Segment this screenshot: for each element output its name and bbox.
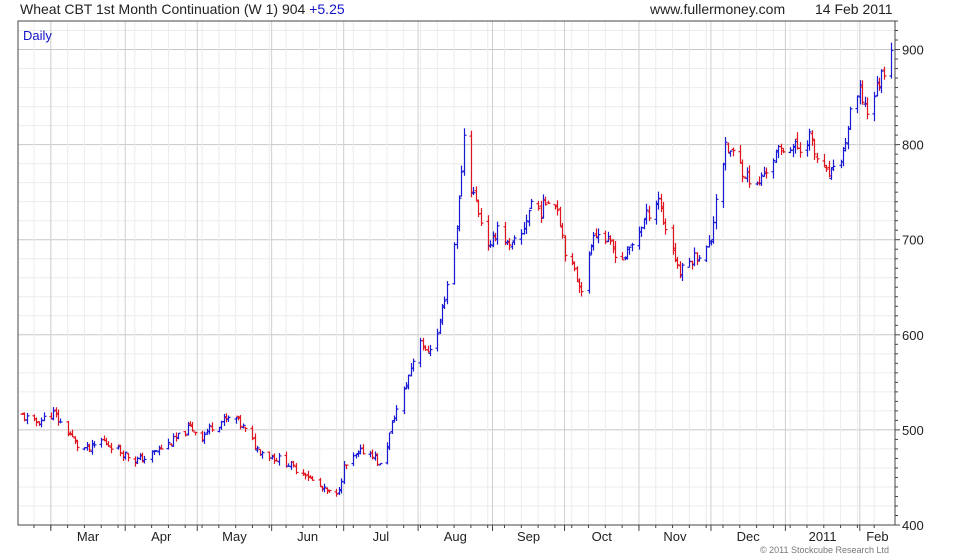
ohlc-bar-down <box>603 230 608 245</box>
ohlc-bar-down <box>647 205 652 222</box>
ohlc-bar-up <box>226 415 231 423</box>
ohlc-bar-down <box>318 477 323 487</box>
ohlc-bar-down <box>740 159 745 183</box>
ohlc-bar-up <box>889 42 894 79</box>
x-axis: Mar Apr May Jun Jul Aug Sep Oct Nov Dec 2011 Feb <box>33 525 889 544</box>
ohlc-bar-up <box>351 452 356 467</box>
x-tick-label: Feb <box>866 529 888 544</box>
x-tick-label: Apr <box>151 529 172 544</box>
ohlc-bar-up <box>387 432 392 451</box>
ohlc-bar-up <box>406 374 411 390</box>
ohlc-bar-down <box>474 186 479 202</box>
ohlc-bar-up <box>277 453 282 466</box>
chart-grid <box>18 21 895 525</box>
x-tick-label: Oct <box>592 529 613 544</box>
ohlc-bar-down <box>210 422 215 432</box>
ohlc-bar-up <box>171 433 176 447</box>
ohlc-bar-down <box>546 200 551 204</box>
y-tick-label: 500 <box>902 423 924 438</box>
ohlc-bar-up <box>527 209 532 227</box>
ohlc-bar-down <box>822 153 827 167</box>
ohlc-bar-up <box>418 337 423 368</box>
ohlc-bar-up <box>714 194 719 230</box>
ohlc-bar-up <box>42 412 47 422</box>
ohlc-bar-down <box>267 451 272 462</box>
x-tick-label: May <box>222 529 247 544</box>
ohlc-bar-up <box>831 159 836 172</box>
x-tick-label: Mar <box>77 529 100 544</box>
y-axis: 400 500 600 700 800 900 <box>895 20 924 533</box>
y-tick-label: 900 <box>902 43 924 58</box>
ohlc-bar-up <box>142 455 147 464</box>
ohlc-bar-down <box>70 429 75 438</box>
ohlc-bar-up <box>459 165 464 197</box>
ohlc-bar-down <box>476 199 481 218</box>
ohlc-bar-up <box>358 444 363 455</box>
ohlc-bar-up <box>452 242 457 285</box>
ohlc-bar-down <box>731 147 736 157</box>
copyright: © 2011 Stockcube Research Ltd <box>760 545 890 555</box>
ohlc-bar-up <box>704 245 709 263</box>
y-tick-label: 400 <box>902 518 924 533</box>
ohlc-bar-up <box>402 386 407 415</box>
x-tick-label: Jun <box>297 529 318 544</box>
price-chart: 400 500 600 700 800 900 Mar Apr May Jun Jul Aug Sep… <box>17 20 924 544</box>
ohlc-bar-down <box>479 207 484 226</box>
x-tick-label: Nov <box>663 529 687 544</box>
ohlc-bar-up <box>687 257 692 268</box>
ohlc-bar-down <box>75 439 80 452</box>
ohlc-bar-up <box>394 405 399 422</box>
x-tick-label: Sep <box>517 529 540 544</box>
ohlc-bar-up <box>771 158 776 179</box>
ohlc-bar-down <box>126 452 131 462</box>
y-tick-label: 800 <box>902 138 924 153</box>
ohlc-bar-up <box>519 229 524 245</box>
y-tick-label: 600 <box>902 328 924 343</box>
ohlc-bar-up <box>390 420 395 434</box>
ohlc-bar-up <box>462 128 467 176</box>
ohlc-bar-up <box>529 198 534 210</box>
ohlc-bar-up <box>342 460 347 484</box>
x-tick-label: Jul <box>373 529 390 544</box>
x-tick-label: Dec <box>737 529 761 544</box>
ohlc-bar-up <box>207 423 212 435</box>
ohlc-bar-down <box>159 444 164 450</box>
ohlc-bar-up <box>855 95 860 114</box>
ohlc-bar-up <box>25 412 30 425</box>
x-tick-label: Aug <box>444 529 467 544</box>
y-tick-label: 700 <box>902 233 924 248</box>
ohlc-bar-down <box>109 442 114 454</box>
period-label: Daily <box>23 28 52 43</box>
ohlc-bar-down <box>572 261 577 272</box>
x-tick-label: 2011 <box>809 529 837 544</box>
